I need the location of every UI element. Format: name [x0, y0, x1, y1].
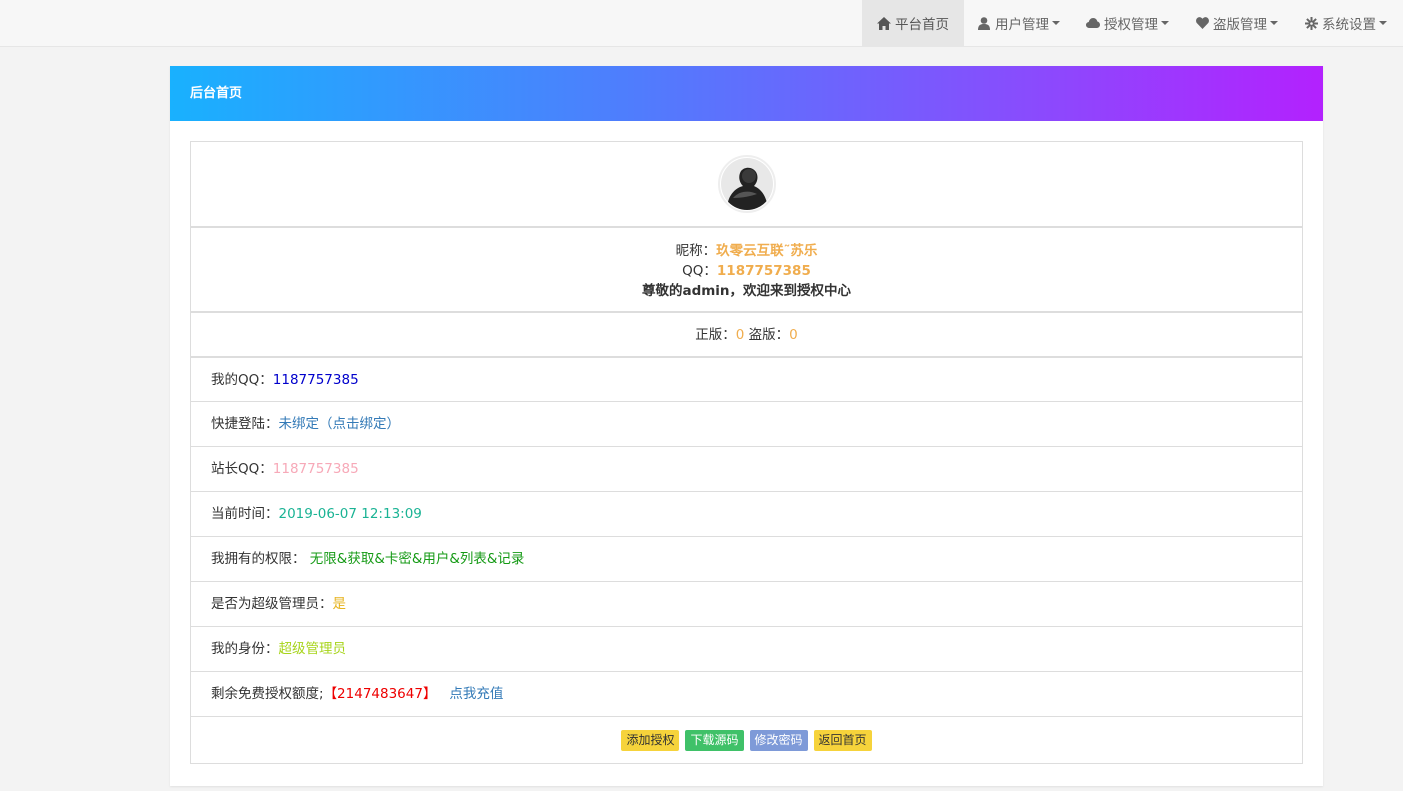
super-admin-label: 是否为超级管理员： [211, 596, 333, 612]
gear-icon [1304, 16, 1318, 30]
current-time-row: 当前时间：2019-06-07 12:13:09 [190, 491, 1303, 537]
quota-value: 【2147483647】 [323, 686, 437, 702]
nav-user-label: 用户管理 [995, 17, 1049, 33]
identity-label: 我的身份： [211, 641, 279, 657]
nav-settings-label: 系统设置 [1322, 17, 1376, 33]
chevron-down-icon [1161, 21, 1169, 25]
admin-qq-label: 站长QQ： [211, 461, 273, 477]
bind-link[interactable]: 未绑定（点击绑定） [279, 416, 401, 432]
info-list: 昵称：玖零云互联˜苏乐 QQ：1187757385 尊敬的admin，欢迎来到授… [190, 141, 1303, 764]
nav-home[interactable]: 平台首页 [862, 0, 964, 46]
permissions-value: 无限&获取&卡密&用户&列表&记录 [309, 551, 525, 567]
nav-system-settings[interactable]: 系统设置 [1291, 0, 1400, 46]
change-password-button[interactable]: 修改密码 [749, 729, 808, 751]
permissions-row: 我拥有的权限： 无限&获取&卡密&用户&列表&记录 [190, 536, 1303, 582]
avatar [717, 155, 776, 213]
nickname-line: 昵称：玖零云互联˜苏乐 [191, 241, 1302, 261]
current-time-value: 2019-06-07 12:13:09 [278, 506, 422, 522]
welcome-text: 尊敬的admin，欢迎来到授权中心 [641, 283, 852, 299]
chevron-down-icon [1270, 21, 1278, 25]
nav-license-label: 授权管理 [1104, 17, 1158, 33]
main-nav: 平台首页 用户管理 授权管理 盗版管理 系统设置 [862, 0, 1400, 46]
nav-piracy-label: 盗版管理 [1213, 17, 1267, 33]
nickname-label: 昵称： [675, 243, 717, 259]
quick-login-label: 快捷登陆： [211, 416, 279, 432]
avatar-row [190, 141, 1303, 227]
qq-line: QQ：1187757385 [191, 261, 1302, 281]
heart-icon [1195, 16, 1209, 30]
home-icon [877, 16, 891, 30]
quota-row: 剩余免费授权额度;【2147483647】 点我充值 [190, 671, 1303, 717]
identity-value: 超级管理员 [278, 641, 347, 657]
download-source-button[interactable]: 下载源码 [685, 729, 744, 751]
my-qq-row: 我的QQ：1187757385 [190, 356, 1303, 402]
my-qq-label: 我的QQ： [211, 372, 273, 388]
action-buttons-row: 添加授权 下载源码 修改密码 返回首页 [190, 716, 1303, 764]
back-home-button[interactable]: 返回首页 [813, 729, 872, 751]
profile-row: 昵称：玖零云互联˜苏乐 QQ：1187757385 尊敬的admin，欢迎来到授… [190, 226, 1303, 312]
genuine-label: 正版： [695, 327, 736, 343]
add-license-button[interactable]: 添加授权 [621, 729, 680, 751]
count-row: 正版：0 盗版：0 [190, 311, 1303, 357]
identity-row: 我的身份：超级管理员 [190, 626, 1303, 672]
admin-qq-value: 1187757385 [272, 461, 359, 477]
admin-qq-row: 站长QQ：1187757385 [190, 446, 1303, 492]
pirate-label: 盗版： [744, 327, 790, 343]
nav-piracy-management[interactable]: 盗版管理 [1182, 0, 1291, 46]
chevron-down-icon [1379, 21, 1387, 25]
chevron-down-icon [1052, 21, 1060, 25]
user-icon [977, 16, 991, 30]
dashboard-panel: 后台首页 昵称：玖零云互联˜苏乐 QQ：1187757385 尊敬的admin，… [170, 66, 1323, 786]
quick-login-row: 快捷登陆：未绑定（点击绑定） [190, 401, 1303, 447]
quota-label: 剩余免费授权额度; [211, 686, 324, 702]
permissions-label: 我拥有的权限： [211, 551, 306, 567]
qq-value: 1187757385 [716, 263, 811, 279]
super-admin-value: 是 [332, 596, 347, 612]
recharge-link[interactable]: 点我充值 [449, 686, 503, 702]
panel-title: 后台首页 [170, 66, 1323, 121]
nav-home-label: 平台首页 [895, 17, 949, 33]
current-time-label: 当前时间： [211, 506, 279, 522]
pirate-count: 0 [789, 327, 798, 343]
my-qq-value: 1187757385 [272, 372, 359, 388]
top-navbar: 平台首页 用户管理 授权管理 盗版管理 系统设置 [0, 0, 1403, 47]
super-admin-row: 是否为超级管理员：是 [190, 581, 1303, 627]
nav-license-management[interactable]: 授权管理 [1073, 0, 1182, 46]
cloud-icon [1086, 16, 1100, 30]
nickname-value: 玖零云互联˜苏乐 [716, 243, 818, 259]
qq-label: QQ： [682, 263, 717, 279]
nav-user-management[interactable]: 用户管理 [964, 0, 1073, 46]
